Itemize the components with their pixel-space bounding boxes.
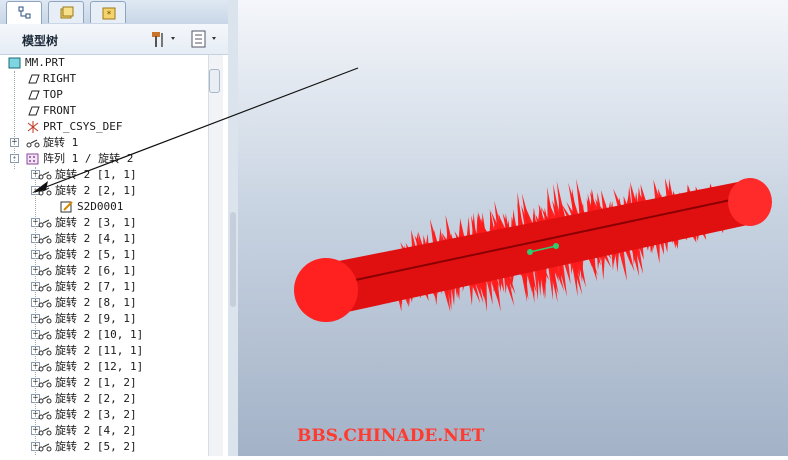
tree-item-label: RIGHT — [43, 72, 77, 85]
revolve-icon — [38, 299, 52, 308]
tree-item-label: 旋转 2 [6, 1] — [55, 264, 137, 277]
tree-item-label: TOP — [43, 88, 63, 101]
tree-row[interactable]: + 旋转 1 — [0, 135, 208, 151]
watermark-text: BBS.CHINADE.NET — [297, 426, 485, 446]
tree-scrollbar-thumb[interactable] — [209, 69, 220, 93]
revolve-icon — [38, 379, 52, 388]
pattern-icon — [26, 153, 39, 165]
tab-model-tree[interactable] — [6, 1, 42, 24]
tree-row[interactable]: + 旋转 2 [3, 1] — [0, 215, 208, 231]
folder-icon — [60, 6, 74, 19]
datum-plane-icon — [28, 90, 40, 100]
tab-folder-browser[interactable] — [48, 1, 84, 23]
tree-row[interactable]: + 旋转 2 [5, 1] — [0, 247, 208, 263]
revolve-icon — [38, 267, 52, 276]
tree-item-label: 旋转 2 [5, 2] — [55, 440, 137, 453]
graphics-viewport[interactable] — [238, 0, 788, 456]
tree-row[interactable]: + 旋转 2 [5, 2] — [0, 439, 208, 455]
revolve-icon — [38, 187, 52, 196]
revolve-icon — [38, 443, 52, 452]
revolve-icon — [38, 283, 52, 292]
tree-item-label: 旋转 2 [2, 1] — [55, 184, 137, 197]
revolve-icon — [26, 139, 40, 148]
model-tree-title: 模型树 — [22, 34, 59, 48]
tree-item-label: PRT_CSYS_DEF — [43, 120, 123, 133]
revolve-icon — [38, 411, 52, 420]
revolve-icon — [38, 171, 52, 180]
tree-row[interactable]: + 旋转 2 [2, 2] — [0, 391, 208, 407]
revolve-icon — [38, 315, 52, 324]
tree-row[interactable]: + 旋转 2 [6, 1] — [0, 263, 208, 279]
tree-item-label: 旋转 2 [10, 1] — [55, 328, 144, 341]
tree-row[interactable]: - 阵列 1 / 旋转 2 — [0, 151, 208, 167]
tree-row[interactable]: TOP — [0, 87, 208, 103]
revolve-icon — [38, 235, 52, 244]
panel-splitter[interactable] — [228, 0, 238, 456]
tree-row[interactable]: - 旋转 2 [2, 1] — [0, 183, 208, 199]
sketch-icon — [60, 201, 73, 213]
tree-row[interactable]: + 旋转 2 [12, 1] — [0, 359, 208, 375]
tree-item-label: 旋转 2 [2, 2] — [55, 392, 137, 405]
tree-item-label: 旋转 2 [1, 2] — [55, 376, 137, 389]
csys-icon — [27, 121, 39, 133]
tree-item-label: 旋转 2 [4, 2] — [55, 424, 137, 437]
tree-row[interactable]: + 旋转 2 [11, 1] — [0, 343, 208, 359]
revolve-icon — [38, 395, 52, 404]
tree-item-label: 旋转 2 [11, 1] — [55, 344, 144, 357]
svg-text:*: * — [107, 10, 112, 20]
tree-item-label: 阵列 1 / 旋转 2 — [43, 152, 134, 165]
tree-item-label: 旋转 1 — [43, 136, 79, 149]
tree-row[interactable]: S2D0001 — [0, 199, 208, 215]
tree-row[interactable]: PRT_CSYS_DEF — [0, 119, 208, 135]
tree-item-label: MM.PRT — [25, 56, 65, 69]
revolve-icon — [38, 331, 52, 340]
tree-row[interactable]: FRONT — [0, 103, 208, 119]
model-tree-panel: * 模型树 MM.PRT RIGHT TOP FRONT PRT_CSYS_DEF + 旋转… — [0, 0, 238, 456]
settings-tools-icon[interactable] — [150, 29, 180, 49]
revolve-icon — [38, 347, 52, 356]
revolve-icon — [38, 363, 52, 372]
tree-row[interactable]: + 旋转 2 [4, 1] — [0, 231, 208, 247]
tree-row[interactable]: RIGHT — [0, 71, 208, 87]
panel-tabs: * — [0, 0, 238, 25]
tree-item-label: 旋转 2 [9, 1] — [55, 312, 137, 325]
part-icon — [8, 57, 21, 69]
tree-item-label: 旋转 2 [5, 1] — [55, 248, 137, 261]
favorites-folder-icon: * — [102, 7, 116, 20]
datum-plane-icon — [28, 106, 40, 116]
tab-favorites[interactable]: * — [90, 1, 126, 23]
tree-item-label: 旋转 2 [7, 1] — [55, 280, 137, 293]
tree-item-label: 旋转 2 [4, 1] — [55, 232, 137, 245]
tree-item-label: 旋转 2 [12, 1] — [55, 360, 144, 373]
tree-item-label: 旋转 2 [3, 1] — [55, 216, 137, 229]
show-menu-icon[interactable] — [190, 29, 222, 49]
tree-row[interactable]: + 旋转 2 [7, 1] — [0, 279, 208, 295]
revolve-icon — [38, 251, 52, 260]
3d-model-spiky-cylinder — [294, 178, 772, 322]
tree-row[interactable]: + 旋转 2 [1, 1] — [0, 167, 208, 183]
model-tree[interactable]: MM.PRT RIGHT TOP FRONT PRT_CSYS_DEF + 旋转 1- 阵列 … — [0, 55, 208, 456]
tree-item-label: FRONT — [43, 104, 77, 117]
tree-row[interactable]: + 旋转 2 [3, 2] — [0, 407, 208, 423]
revolve-icon — [38, 219, 52, 228]
tree-row[interactable]: + 旋转 2 [9, 1] — [0, 311, 208, 327]
model-tree-tab-icon — [18, 6, 31, 19]
tree-item-label: S2D0001 — [77, 200, 124, 213]
tree-row[interactable]: + 旋转 2 [1, 2] — [0, 375, 208, 391]
tree-item-label: 旋转 2 [3, 2] — [55, 408, 137, 421]
tree-row[interactable]: + 旋转 2 [4, 2] — [0, 423, 208, 439]
tree-row[interactable]: + 旋转 2 [10, 1] — [0, 327, 208, 343]
revolve-icon — [38, 427, 52, 436]
tree-scrollbar[interactable] — [208, 55, 223, 456]
tree-item-label: 旋转 2 [1, 1] — [55, 168, 137, 181]
datum-plane-icon — [28, 74, 40, 84]
model-tree-toolbar: 模型树 — [0, 24, 238, 55]
tree-row[interactable]: + 旋转 2 [8, 1] — [0, 295, 208, 311]
tree-row[interactable]: MM.PRT — [0, 55, 208, 71]
tree-item-label: 旋转 2 [8, 1] — [55, 296, 137, 309]
